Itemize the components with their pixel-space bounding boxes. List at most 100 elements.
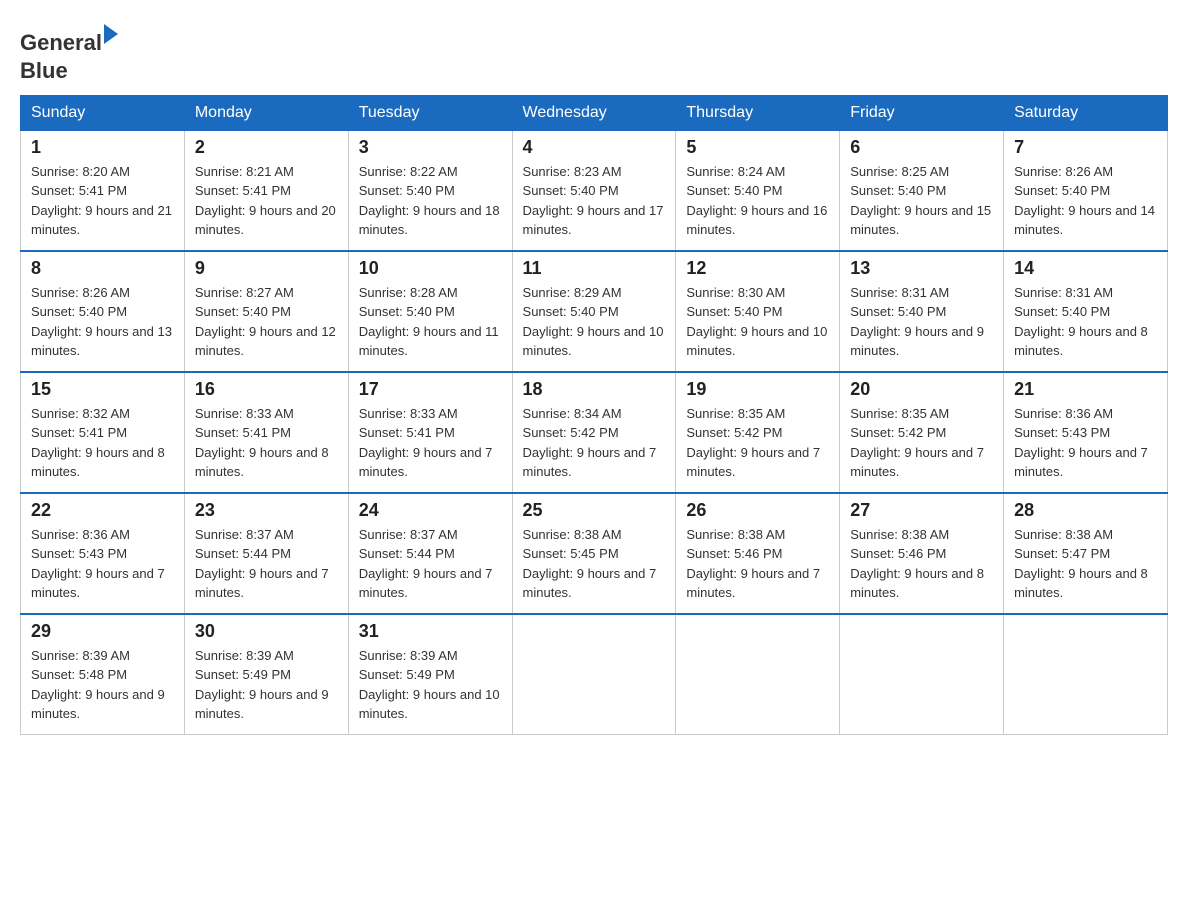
daylight-label: Daylight:: [359, 324, 413, 339]
sunrise-label: Sunrise:: [850, 164, 901, 179]
sunset-label: Sunset:: [359, 546, 407, 561]
day-info: Sunrise: 8:25 AM Sunset: 5:40 PM Dayligh…: [850, 162, 993, 240]
day-info: Sunrise: 8:38 AM Sunset: 5:46 PM Dayligh…: [850, 525, 993, 603]
daylight-label: Daylight:: [686, 566, 740, 581]
sunrise-label: Sunrise:: [1014, 164, 1065, 179]
sunset-label: Sunset:: [523, 425, 571, 440]
day-number: 8: [31, 258, 174, 279]
sunrise-label: Sunrise:: [195, 164, 246, 179]
calendar-cell: 7 Sunrise: 8:26 AM Sunset: 5:40 PM Dayli…: [1004, 130, 1168, 251]
daylight-label: Daylight:: [1014, 203, 1068, 218]
sunrise-time: 8:36 AM: [82, 527, 130, 542]
sunset-time: 5:40 PM: [898, 183, 946, 198]
calendar-cell: 9 Sunrise: 8:27 AM Sunset: 5:40 PM Dayli…: [184, 251, 348, 372]
calendar-cell: 20 Sunrise: 8:35 AM Sunset: 5:42 PM Dayl…: [840, 372, 1004, 493]
daylight-label: Daylight:: [523, 445, 577, 460]
day-info: Sunrise: 8:30 AM Sunset: 5:40 PM Dayligh…: [686, 283, 829, 361]
sunset-label: Sunset:: [31, 667, 79, 682]
calendar-cell: 28 Sunrise: 8:38 AM Sunset: 5:47 PM Dayl…: [1004, 493, 1168, 614]
sunset-time: 5:40 PM: [406, 304, 454, 319]
day-number: 3: [359, 137, 502, 158]
daylight-label: Daylight:: [31, 445, 85, 460]
day-number: 6: [850, 137, 993, 158]
sunrise-label: Sunrise:: [523, 285, 574, 300]
day-info: Sunrise: 8:37 AM Sunset: 5:44 PM Dayligh…: [359, 525, 502, 603]
day-info: Sunrise: 8:38 AM Sunset: 5:47 PM Dayligh…: [1014, 525, 1157, 603]
sunrise-time: 8:33 AM: [410, 406, 458, 421]
sunrise-label: Sunrise:: [195, 527, 246, 542]
sunrise-label: Sunrise:: [1014, 527, 1065, 542]
sunset-label: Sunset:: [686, 183, 734, 198]
day-info: Sunrise: 8:27 AM Sunset: 5:40 PM Dayligh…: [195, 283, 338, 361]
sunrise-time: 8:34 AM: [574, 406, 622, 421]
sunset-time: 5:40 PM: [898, 304, 946, 319]
week-row-1: 1 Sunrise: 8:20 AM Sunset: 5:41 PM Dayli…: [21, 130, 1168, 251]
day-number: 17: [359, 379, 502, 400]
daylight-label: Daylight:: [359, 445, 413, 460]
day-info: Sunrise: 8:39 AM Sunset: 5:49 PM Dayligh…: [195, 646, 338, 724]
logo-blue: Blue: [20, 58, 68, 84]
sunset-time: 5:40 PM: [79, 304, 127, 319]
weekday-header-row: SundayMondayTuesdayWednesdayThursdayFrid…: [21, 95, 1168, 130]
sunrise-label: Sunrise:: [31, 406, 82, 421]
sunrise-time: 8:39 AM: [246, 648, 294, 663]
header: General Blue: [20, 20, 1168, 85]
day-info: Sunrise: 8:22 AM Sunset: 5:40 PM Dayligh…: [359, 162, 502, 240]
day-number: 23: [195, 500, 338, 521]
calendar-cell: 11 Sunrise: 8:29 AM Sunset: 5:40 PM Dayl…: [512, 251, 676, 372]
daylight-label: Daylight:: [359, 687, 413, 702]
sunset-label: Sunset:: [523, 304, 571, 319]
sunset-label: Sunset:: [359, 667, 407, 682]
sunset-time: 5:40 PM: [243, 304, 291, 319]
sunset-label: Sunset:: [31, 425, 79, 440]
sunrise-time: 8:37 AM: [410, 527, 458, 542]
daylight-label: Daylight:: [31, 566, 85, 581]
sunset-label: Sunset:: [31, 304, 79, 319]
daylight-label: Daylight:: [195, 687, 249, 702]
sunset-time: 5:47 PM: [1062, 546, 1110, 561]
daylight-label: Daylight:: [850, 445, 904, 460]
weekday-tuesday: Tuesday: [348, 95, 512, 130]
calendar-cell: 25 Sunrise: 8:38 AM Sunset: 5:45 PM Dayl…: [512, 493, 676, 614]
calendar-cell: 15 Sunrise: 8:32 AM Sunset: 5:41 PM Dayl…: [21, 372, 185, 493]
sunrise-time: 8:26 AM: [82, 285, 130, 300]
calendar-cell: 12 Sunrise: 8:30 AM Sunset: 5:40 PM Dayl…: [676, 251, 840, 372]
sunset-label: Sunset:: [850, 304, 898, 319]
logo-arrow-icon: [104, 24, 118, 44]
day-info: Sunrise: 8:28 AM Sunset: 5:40 PM Dayligh…: [359, 283, 502, 361]
sunset-time: 5:41 PM: [79, 425, 127, 440]
week-row-3: 15 Sunrise: 8:32 AM Sunset: 5:41 PM Dayl…: [21, 372, 1168, 493]
day-info: Sunrise: 8:24 AM Sunset: 5:40 PM Dayligh…: [686, 162, 829, 240]
sunset-time: 5:41 PM: [406, 425, 454, 440]
sunrise-label: Sunrise:: [359, 527, 410, 542]
sunset-label: Sunset:: [686, 425, 734, 440]
sunset-label: Sunset:: [1014, 546, 1062, 561]
calendar-cell: 21 Sunrise: 8:36 AM Sunset: 5:43 PM Dayl…: [1004, 372, 1168, 493]
day-info: Sunrise: 8:39 AM Sunset: 5:48 PM Dayligh…: [31, 646, 174, 724]
sunset-time: 5:45 PM: [570, 546, 618, 561]
daylight-label: Daylight:: [1014, 324, 1068, 339]
day-info: Sunrise: 8:26 AM Sunset: 5:40 PM Dayligh…: [31, 283, 174, 361]
day-number: 16: [195, 379, 338, 400]
sunset-time: 5:44 PM: [243, 546, 291, 561]
sunrise-label: Sunrise:: [1014, 285, 1065, 300]
sunrise-label: Sunrise:: [523, 164, 574, 179]
sunset-time: 5:46 PM: [898, 546, 946, 561]
daylight-label: Daylight:: [523, 203, 577, 218]
sunrise-label: Sunrise:: [686, 406, 737, 421]
sunrise-time: 8:23 AM: [574, 164, 622, 179]
calendar: SundayMondayTuesdayWednesdayThursdayFrid…: [20, 95, 1168, 735]
sunset-time: 5:41 PM: [79, 183, 127, 198]
weekday-sunday: Sunday: [21, 95, 185, 130]
sunset-time: 5:49 PM: [406, 667, 454, 682]
sunset-label: Sunset:: [31, 183, 79, 198]
weekday-friday: Friday: [840, 95, 1004, 130]
day-number: 13: [850, 258, 993, 279]
calendar-cell: [512, 614, 676, 735]
sunset-time: 5:44 PM: [406, 546, 454, 561]
day-number: 12: [686, 258, 829, 279]
day-number: 20: [850, 379, 993, 400]
day-number: 11: [523, 258, 666, 279]
sunrise-time: 8:26 AM: [1065, 164, 1113, 179]
sunrise-label: Sunrise:: [31, 164, 82, 179]
